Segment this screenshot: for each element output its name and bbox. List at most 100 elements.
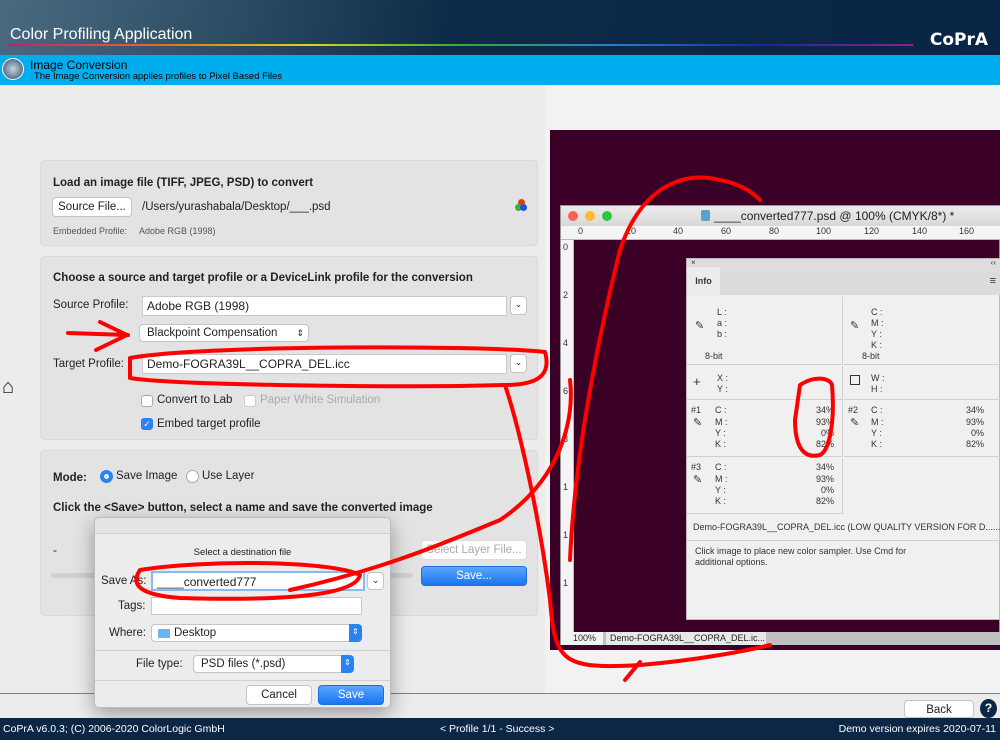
c-label: C : [871,405,883,415]
save-image-radio[interactable] [100,470,113,483]
c-value: 34% [965,405,984,415]
c-label: C : [715,462,727,472]
m-value: 93% [965,417,984,427]
y-value: 0% [820,485,834,495]
target-profile-dropdown[interactable]: ⌄ [510,354,527,373]
ps-document-title: ____converted777.psd @ 100% (CMYK/8*) * [714,209,955,223]
module-title: Image Conversion [30,58,128,72]
save-instruction: Click the <Save> button, select a name a… [53,502,433,514]
demo-expiry: Demo version expires 2020-07-11 [838,723,996,735]
home-icon[interactable]: ⌂ [2,376,14,399]
target-profile-field[interactable]: Demo-FOGRA39L__COPRA_DEL.icc [142,354,507,374]
dialog-save-button[interactable]: Save [318,685,384,705]
load-section: Load an image file (TIFF, JPEG, PSD) to … [40,160,538,246]
y-label: Y : [715,428,726,438]
source-file-button[interactable]: Source File... [52,197,132,217]
eyedropper-icon: ✎ [850,417,860,429]
tags-input[interactable] [151,597,362,615]
back-button[interactable]: Back [904,700,974,718]
save-button[interactable]: Save... [421,566,527,586]
k-value: 82% [815,496,834,506]
color-sampler-3: #3 ✎ C : 34% M : 93% Y : 0% K : 82% [687,458,843,514]
m-value: 93% [815,417,834,427]
y-label: Y : [715,485,726,495]
size-w: W : [871,373,885,383]
ruler-tick: 4 [563,338,569,348]
bit-depth: 8-bit [705,351,723,361]
updown-icon: ⇕ [296,328,304,338]
dialog-title: Select a destination file [193,547,292,558]
ruler-tick: 1 [563,578,569,588]
panel-close-icon[interactable]: × [691,259,696,267]
expand-dialog-button[interactable]: ⌄ [367,572,384,590]
close-window-button[interactable] [568,211,578,221]
profile-section: Choose a source and target profile or a … [40,256,538,440]
position-readout: + X : Y : [687,366,843,400]
folder-icon [158,629,170,638]
horizontal-ruler: 0 20 40 60 80 100 120 140 160 [561,226,1000,240]
module-header: Image Conversion The Image Conversion ap… [0,55,1000,85]
where-label: Where: [109,627,147,639]
k-label: K : [871,439,883,449]
ruler-tick: 160 [959,226,975,236]
c-label: C : [715,405,727,415]
y-value: 0% [970,428,984,438]
rainbow-divider [8,44,913,46]
tab-info[interactable]: Info [687,267,720,295]
app-header: Color Profiling Application CoPrA [0,0,1000,55]
cmyk-y: Y : [871,329,882,339]
divider [95,680,390,681]
vertical-ruler: 0 2 4 6 8 1 1 1 [561,240,574,632]
cmyk-readout: ✎ C : M : Y : K : 8-bit [844,297,1000,365]
collapse-icon[interactable]: ‹‹ [991,259,996,267]
ruler-tick: 0 [578,226,584,236]
ruler-tick: 1 [563,530,569,540]
dialog-cancel-button[interactable]: Cancel [246,685,312,705]
file-type-select[interactable]: PSD files (*.psd) ⇕ [193,655,354,673]
document-profile: Demo-FOGRA39L__COPRA_DEL.icc (LOW QUALIT… [687,515,1000,541]
embed-profile-label: Embed target profile [157,418,261,430]
save-as-input[interactable]: ____converted777 [151,571,365,591]
info-hint: Click image to place new color sampler. … [695,546,907,567]
use-layer-radio[interactable] [186,470,199,483]
ruler-tick: 8 [563,434,569,444]
source-profile-field[interactable]: Adobe RGB (1998) [142,296,507,316]
zoom-window-button[interactable] [602,211,612,221]
cmyk-c: C : [871,307,883,317]
app-title: Color Profiling Application [10,26,193,43]
zoom-level: 100% [561,632,603,645]
color-sampler-2: #2 ✎ C : 34% M : 93% Y : 0% K : 82% [844,401,1000,457]
sampler-id: #1 [691,405,702,415]
minimize-window-button[interactable] [585,211,595,221]
file-type-value: PSD files (*.psd) [201,658,286,670]
k-value: 82% [965,439,984,449]
m-label: M : [715,474,728,484]
help-icon[interactable]: ? [980,699,997,718]
bit-depth: 8-bit [862,351,880,361]
m-label: M : [871,417,884,427]
convert-to-lab-checkbox[interactable] [141,395,153,407]
updown-icon: ⇕ [341,655,354,673]
where-select[interactable]: Desktop ⇕ [151,624,362,642]
k-label: K : [715,439,727,449]
ruler-tick: 60 [721,226,732,236]
lab-readout: ✎ L : a : b : 8-bit [687,297,843,365]
psd-file-icon [701,210,710,221]
panel-menu-icon[interactable]: ≡ [990,275,996,287]
ruler-tick: 140 [912,226,928,236]
k-label: K : [715,496,727,506]
select-layer-file-button[interactable]: Select Layer File... [421,540,527,560]
y-value: 0% [820,428,834,438]
document-profile-status[interactable]: Demo-FOGRA39L__COPRA_DEL.ic... [606,632,766,645]
sampler-id: #2 [848,405,859,415]
embed-profile-checkbox[interactable]: ✓ [141,418,153,430]
blackpoint-label: Blackpoint Compensation [147,327,278,339]
y-label: Y : [871,428,882,438]
paper-white-checkbox[interactable] [244,395,256,407]
divider [95,650,390,651]
ruler-tick: 1 [563,482,569,492]
blackpoint-compensation-select[interactable]: Blackpoint Compensation ⇕ [139,324,309,342]
source-profile-dropdown[interactable]: ⌄ [510,296,527,315]
profile-status[interactable]: < Profile 1/1 - Success > [440,723,554,735]
load-heading: Load an image file (TIFF, JPEG, PSD) to … [53,177,314,189]
